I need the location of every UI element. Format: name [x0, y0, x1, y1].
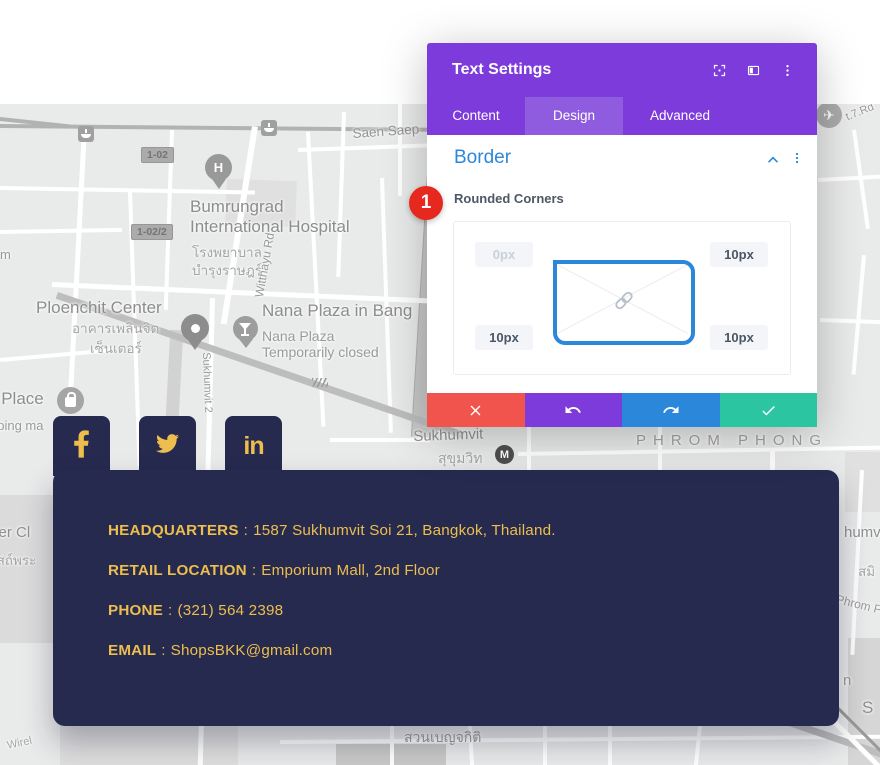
map-label-rd7: t.7.Rd: [844, 104, 876, 123]
chevron-up-icon[interactable]: [765, 152, 781, 173]
map-label-phrom-phong: PHROM PHONG: [636, 432, 828, 449]
annotation-step-badge: 1: [409, 186, 443, 220]
twitter-tab[interactable]: [139, 416, 196, 476]
map-road: [543, 726, 547, 765]
pier-boat-icon: [78, 126, 94, 142]
facebook-icon: [73, 430, 90, 463]
border-section-menu-icon[interactable]: [789, 150, 805, 171]
map-label-wireless: Wirel: [6, 735, 33, 752]
corner-top-right-input[interactable]: 10px: [710, 242, 768, 267]
map-label-sukhumvit-2: Sukhumvit 2: [200, 352, 214, 413]
twitter-icon: [154, 432, 181, 460]
map-label-saen-saep: Saen Saep: [352, 121, 420, 141]
text-settings-modal: Text Settings Content Design Advanced Bo…: [427, 43, 817, 427]
map-block: [166, 330, 184, 419]
tab-advanced[interactable]: Advanced: [623, 97, 737, 135]
corner-radius-preview: [553, 260, 695, 345]
map-label-temporarily-closed: Temporarily closed: [262, 344, 379, 360]
map-road: [67, 128, 87, 408]
undo-button[interactable]: [525, 393, 623, 427]
map-label-m: m: [0, 247, 11, 262]
map-road: [336, 112, 346, 277]
map-label-ploenchit-center: Ploenchit Center: [36, 298, 162, 318]
map-label-smi: สมิ: [858, 560, 875, 582]
map-label-pping: pping ma: [0, 418, 43, 433]
pier-boat-icon: [261, 120, 277, 136]
modal-tabs: Content Design Advanced: [427, 97, 817, 135]
map-road: [398, 104, 402, 196]
corner-bottom-left-input[interactable]: 10px: [475, 325, 533, 350]
map-label-nana-plaza-title: Nana Plaza in Bang: [262, 301, 412, 321]
map-road: [820, 318, 880, 324]
modal-title: Text Settings: [452, 61, 712, 79]
map-label-ploenchit-thai1: อาคารเพลินจิต: [72, 317, 159, 339]
facebook-tab[interactable]: [53, 416, 110, 476]
snap-panel-icon[interactable]: [746, 63, 761, 78]
map-label-mer: mer Cl: [0, 524, 30, 541]
contact-line-retail: RETAIL LOCATION:Emporium Mall, 2nd Floor: [108, 562, 556, 579]
corner-bottom-right-input[interactable]: 10px: [710, 325, 768, 350]
map-label-ploenchit-thai2: เซ็นเตอร์: [90, 337, 142, 359]
cancel-button[interactable]: [427, 393, 525, 427]
road-badge: 1-02/2: [131, 224, 173, 240]
map-road: [0, 228, 122, 234]
tab-design[interactable]: Design: [525, 97, 623, 135]
border-section-header[interactable]: Border: [454, 147, 511, 169]
map-label-park-thai: สวนเบญจกิติ: [404, 727, 481, 749]
map-road: [280, 735, 880, 744]
map-road: [298, 143, 433, 152]
map-road: [608, 726, 612, 765]
map-road: [390, 726, 394, 765]
map-label-n: n: [843, 672, 851, 689]
contact-line-phone: PHONE:(321) 564 2398: [108, 602, 556, 619]
map-label-mer-thai: บสถ์พระ: [0, 549, 36, 571]
map-label-nana-plaza: Nana Plaza: [262, 328, 334, 344]
save-button[interactable]: [720, 393, 818, 427]
linkedin-tab[interactable]: in: [225, 416, 282, 476]
map-label-s: S: [862, 698, 873, 718]
redo-button[interactable]: [622, 393, 720, 427]
contact-line-headquarters: HEADQUARTERS:1587 Sukhumvit Soi 21, Bang…: [108, 522, 556, 539]
contact-line-email: EMAIL:ShopsBKK@gmail.com: [108, 642, 556, 659]
contact-card: HEADQUARTERS:1587 Sukhumvit Soi 21, Bang…: [53, 470, 839, 726]
map-label-bumrungrad: Bumrungrad: [190, 197, 284, 217]
map-road: [852, 255, 866, 375]
page: 1-02 1-02/2 Saen Saep Bumrungrad Interna…: [0, 0, 880, 765]
railway-crossing-icon: [312, 378, 328, 387]
map-label-place: s Place: [0, 389, 44, 409]
expand-modal-icon[interactable]: [712, 63, 727, 78]
metro-station-icon: M: [495, 445, 514, 464]
map-label-sukhumvit-thai: สุขุมวิท: [438, 448, 482, 470]
road-badge: 1-02: [141, 147, 174, 163]
modal-more-menu-icon[interactable]: [780, 63, 795, 78]
modal-header: Text Settings: [427, 43, 817, 97]
map-road: [694, 726, 702, 765]
hospital-pin-icon: H: [205, 154, 232, 181]
map-label-sukhumvit: Sukhumvit: [413, 426, 484, 445]
rounded-corners-control: 0px 10px 10px 10px: [453, 221, 791, 375]
shopping-bag-icon: [57, 387, 84, 414]
map-label-humv: humv: [844, 524, 880, 541]
link-corners-icon[interactable]: [613, 289, 635, 316]
map-label-hospital-thai2: บำรุงราษฎร์: [192, 259, 262, 281]
location-pin-icon: [181, 314, 209, 342]
tab-content[interactable]: Content: [427, 97, 525, 135]
corner-top-left-input[interactable]: 0px: [475, 242, 533, 267]
modal-footer: [427, 393, 817, 427]
modal-body: Border Rounded Corners 0px 10px 10px 10p…: [427, 135, 817, 393]
airport-poi-icon: ✈: [816, 104, 842, 128]
rounded-corners-label: Rounded Corners: [454, 191, 564, 206]
map-road: [818, 175, 880, 182]
linkedin-icon: in: [243, 432, 263, 461]
cocktail-bar-pin-icon: [233, 316, 258, 341]
